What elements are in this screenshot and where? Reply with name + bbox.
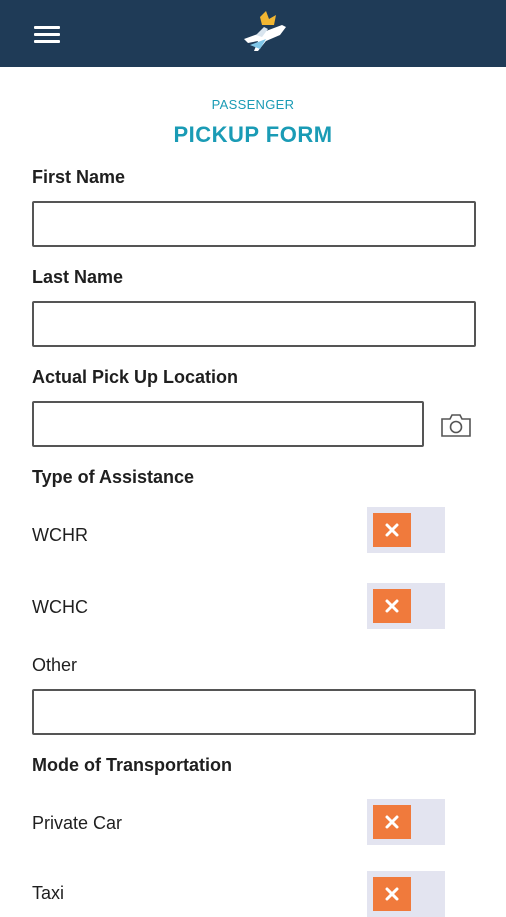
toggle-off-knob [373,877,411,911]
wchr-label: WCHR [32,525,88,545]
form-subtitle: PASSENGER [211,97,295,112]
pickup-location-label: Actual Pick Up Location [32,367,239,387]
toggle-off-knob [373,513,411,547]
form-title: PICKUP FORM [173,122,333,147]
private-car-label: Private Car [32,813,123,833]
airline-logo [244,11,286,51]
private-car-toggle[interactable] [367,799,445,845]
wchr-toggle[interactable] [367,507,445,553]
hamburger-menu-icon[interactable] [34,24,60,44]
transportation-heading: Mode of Transportation [32,755,232,775]
pickup-location-input[interactable] [32,401,424,447]
camera-icon[interactable] [440,412,472,438]
assistance-heading: Type of Assistance [32,467,195,487]
wchc-label: WCHC [32,597,88,617]
first-name-label: First Name [32,167,126,187]
other-label: Other [32,655,78,675]
close-icon [385,815,399,829]
first-name-input[interactable] [32,201,476,247]
other-assistance-input[interactable] [32,689,476,735]
last-name-label: Last Name [32,267,124,287]
last-name-input[interactable] [32,301,476,347]
taxi-label: Taxi [32,883,65,903]
toggle-off-knob [373,805,411,839]
close-icon [385,523,399,537]
app-header [0,0,506,67]
wchc-toggle[interactable] [367,583,445,629]
close-icon [385,599,399,613]
toggle-off-knob [373,589,411,623]
taxi-toggle[interactable] [367,871,445,917]
